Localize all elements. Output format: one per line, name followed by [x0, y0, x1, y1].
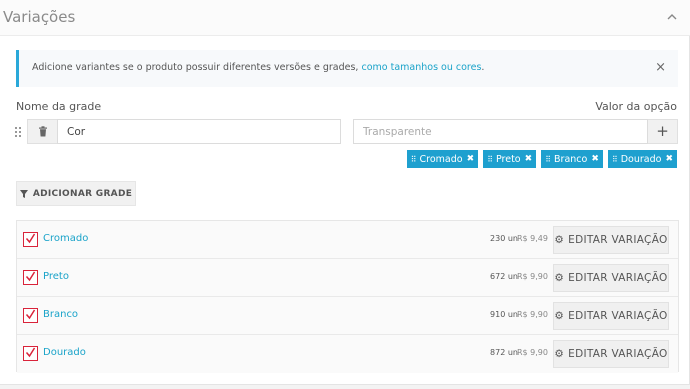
variation-list: Cromado 230 un R$ 9,49 ⚙ EDITAR VARIAÇÃO … — [16, 220, 679, 373]
variation-quantity: 230 un — [490, 234, 518, 243]
delete-grade-button[interactable] — [27, 119, 57, 144]
option-tag[interactable]: ⠿ Dourado ✖ — [607, 150, 677, 168]
checkbox-checked-icon — [25, 271, 36, 282]
option-value-label: Valor da opção — [595, 100, 677, 113]
edit-variation-button[interactable]: ⚙ EDITAR VARIAÇÃO — [553, 340, 669, 368]
variation-checkbox[interactable] — [23, 308, 38, 323]
edit-variation-button[interactable]: ⚙ EDITAR VARIAÇÃO — [553, 302, 669, 330]
add-option-button[interactable]: + — [648, 119, 678, 144]
checkbox-checked-icon — [25, 233, 36, 244]
drag-handle-icon[interactable]: ⠿ — [612, 155, 618, 164]
variation-quantity: 910 un — [490, 310, 518, 319]
variations-panel: Variações Adicione variantes se o produt… — [0, 0, 690, 385]
option-tag[interactable]: ⠿ Preto ✖ — [483, 150, 537, 168]
variation-name[interactable]: Cromado — [43, 233, 88, 244]
close-icon[interactable]: × — [655, 60, 666, 75]
drag-handle-icon[interactable]: ⠿ — [411, 155, 417, 164]
chevron-up-icon[interactable] — [666, 12, 678, 22]
variation-quantity: 672 un — [490, 272, 518, 281]
info-alert: Adicione variantes se o produto possuir … — [16, 50, 678, 87]
edit-variation-button[interactable]: ⚙ EDITAR VARIAÇÃO — [553, 226, 669, 254]
panel-title: Variações — [3, 8, 76, 26]
checkbox-checked-icon — [25, 347, 36, 358]
variation-name[interactable]: Preto — [43, 271, 69, 282]
variation-price: R$ 9,90 — [516, 310, 548, 319]
variation-price: R$ 9,90 — [516, 348, 548, 357]
drag-handle-icon[interactable] — [14, 126, 22, 138]
close-icon[interactable]: ✖ — [525, 154, 533, 164]
variation-checkbox[interactable] — [23, 346, 38, 361]
variation-checkbox[interactable] — [23, 270, 38, 285]
checkbox-checked-icon — [25, 309, 36, 320]
close-icon[interactable]: ✖ — [591, 154, 599, 164]
edit-variation-button[interactable]: ⚙ EDITAR VARIAÇÃO — [553, 264, 669, 292]
variation-row: Branco 910 un R$ 9,90 ⚙ EDITAR VARIAÇÃO — [17, 297, 678, 335]
gear-icon: ⚙ — [554, 310, 565, 322]
panel-header[interactable]: Variações — [0, 0, 690, 36]
variation-name[interactable]: Branco — [43, 309, 78, 320]
grade-name-input[interactable] — [57, 119, 341, 144]
filter-icon — [19, 189, 28, 198]
add-grade-button[interactable]: ADICIONAR GRADE — [16, 181, 136, 206]
option-tag[interactable]: ⠿ Cromado ✖ — [406, 150, 479, 168]
close-icon[interactable]: ✖ — [467, 154, 475, 164]
drag-handle-icon[interactable]: ⠿ — [487, 155, 493, 164]
gear-icon: ⚙ — [554, 348, 565, 360]
option-tag[interactable]: ⠿ Branco ✖ — [541, 150, 603, 168]
variation-quantity: 872 un — [490, 348, 518, 357]
variation-row: Dourado 872 un R$ 9,90 ⚙ EDITAR VARIAÇÃO — [17, 335, 678, 373]
gear-icon: ⚙ — [554, 234, 565, 246]
gear-icon: ⚙ — [554, 272, 565, 284]
option-value-input[interactable] — [353, 119, 648, 144]
variation-checkbox[interactable] — [23, 232, 38, 247]
variation-name[interactable]: Dourado — [43, 347, 86, 358]
alert-text: Adicione variantes se o produto possuir … — [32, 62, 485, 73]
close-icon[interactable]: ✖ — [665, 154, 673, 164]
trash-icon — [39, 126, 47, 137]
drag-handle-icon[interactable]: ⠿ — [545, 155, 551, 164]
variation-row: Preto 672 un R$ 9,90 ⚙ EDITAR VARIAÇÃO — [17, 259, 678, 297]
variation-price: R$ 9,90 — [516, 272, 548, 281]
variation-row: Cromado 230 un R$ 9,49 ⚙ EDITAR VARIAÇÃO — [17, 221, 678, 259]
variation-price: R$ 9,49 — [516, 234, 548, 243]
grade-name-label: Nome da grade — [16, 100, 102, 113]
option-tags: ⠿ Cromado ✖ ⠿ Preto ✖ ⠿ Branco ✖ ⠿ Dourado ✖ — [406, 150, 677, 168]
alert-link[interactable]: como tamanhos ou cores — [361, 62, 481, 73]
